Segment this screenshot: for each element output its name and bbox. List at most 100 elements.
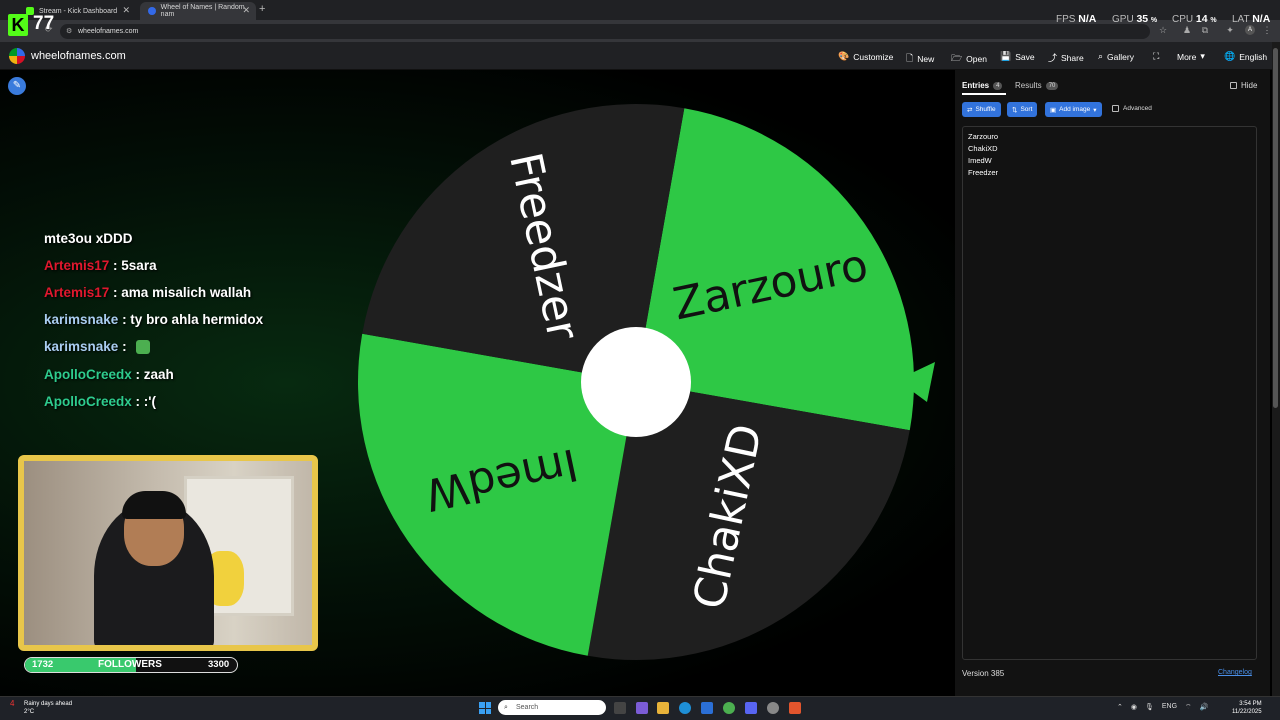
- weather-text: Rainy days ahead: [24, 701, 73, 707]
- new-button[interactable]: 🗋 New: [906, 51, 934, 67]
- address-bar[interactable]: ⚙ wheelofnames.com: [60, 24, 1150, 39]
- wheel-logo-icon[interactable]: [9, 48, 25, 64]
- new-tab-button[interactable]: +: [259, 3, 265, 15]
- weather-alert-icon: 4: [10, 699, 15, 708]
- lat-stat: LAT N/A: [1232, 13, 1271, 25]
- app-icon[interactable]: [636, 702, 648, 714]
- close-tab-icon[interactable]: ✕: [242, 5, 250, 16]
- share-button[interactable]: ⤴ Share: [1048, 51, 1084, 64]
- clock-time: 3:54 PM: [1239, 701, 1262, 707]
- chat-message: Artemis17 : 5sara: [44, 258, 157, 273]
- save-icon: 💾: [1000, 51, 1012, 61]
- webcam-streamer-beanie: [122, 491, 186, 519]
- followers-label: FOLLOWERS: [98, 659, 162, 670]
- followers-current: 1732: [32, 659, 54, 670]
- shuffle-button[interactable]: ⇄ Shuffle: [962, 102, 1001, 117]
- close-tab-icon[interactable]: ✕: [122, 5, 130, 16]
- open-button[interactable]: 🗁 Open: [951, 51, 987, 67]
- clock-date: 11/22/2025: [1232, 709, 1262, 715]
- file-icon: 🗋: [906, 53, 914, 63]
- store-icon[interactable]: [701, 702, 713, 714]
- active-tab-indicator: [962, 93, 1006, 95]
- clock[interactable]: 3:54 PM 11/22/2025: [1232, 700, 1262, 716]
- advanced-toggle[interactable]: Advanced: [1112, 105, 1152, 112]
- chrome-icon[interactable]: [723, 702, 735, 714]
- results-count-badge: 70: [1045, 81, 1059, 90]
- file-explorer-icon[interactable]: [657, 702, 669, 714]
- wheel-center-button: [581, 327, 691, 437]
- site-name[interactable]: wheelofnames.com: [31, 50, 126, 62]
- obs-icon[interactable]: [767, 702, 779, 714]
- chat-message: ApolloCreedx : :'(: [44, 394, 156, 409]
- customize-button[interactable]: 🎨 Customize: [838, 51, 893, 62]
- chevron-up-icon[interactable]: ⌃: [1117, 703, 1123, 712]
- edit-pencil-icon[interactable]: ✎: [8, 77, 26, 95]
- site-info-icon[interactable]: ⚙: [66, 24, 72, 39]
- tab-search-icon[interactable]: ⧉: [1200, 25, 1210, 35]
- wheel[interactable]: ZarzouroChakiXDImedWFreedzer: [355, 100, 915, 660]
- add-image-button[interactable]: ▣ Add image ▾: [1045, 102, 1102, 117]
- entry-line: Freedzer: [968, 168, 999, 177]
- fullscreen-button[interactable]: ⛶: [1153, 51, 1159, 62]
- brave-icon[interactable]: [789, 702, 801, 714]
- entry-line: ImedW: [968, 156, 992, 165]
- more-dropdown[interactable]: More ▾: [1177, 51, 1205, 62]
- changelog-link[interactable]: Changelog: [1218, 669, 1252, 676]
- site-header: [0, 42, 1280, 70]
- scrollbar-thumb[interactable]: [1273, 48, 1278, 408]
- hide-toggle[interactable]: Hide: [1230, 81, 1257, 90]
- tab-results[interactable]: Results 70: [1015, 81, 1059, 90]
- shuffle-icon: ⇄: [967, 106, 973, 114]
- extension-icon[interactable]: ♟: [1182, 25, 1192, 35]
- windows-start-icon[interactable]: [479, 702, 491, 714]
- taskbar-search[interactable]: ⌕ Search: [498, 700, 606, 715]
- hide-checkbox[interactable]: [1230, 82, 1237, 89]
- entries-textarea[interactable]: [962, 126, 1257, 660]
- address-text: wheelofnames.com: [78, 28, 139, 35]
- chat-username: ApolloCreedx: [44, 367, 132, 382]
- save-button[interactable]: 💾 Save: [1000, 51, 1035, 62]
- version-label: Version 385: [962, 669, 1005, 678]
- share-icon: ⤴: [1048, 53, 1058, 63]
- tab-entries[interactable]: Entries 4: [962, 81, 1003, 90]
- gallery-button[interactable]: ⌕ Gallery: [1098, 51, 1134, 62]
- wheel-favicon-icon: [148, 7, 156, 15]
- microphone-icon[interactable]: 🎙: [1145, 703, 1154, 712]
- chat-username: karimsnake: [44, 339, 119, 354]
- profile-avatar[interactable]: A: [1245, 25, 1255, 35]
- discord-icon[interactable]: [745, 702, 757, 714]
- language-indicator[interactable]: ENG: [1162, 703, 1177, 712]
- entries-count-badge: 4: [993, 81, 1003, 90]
- task-view-icon[interactable]: [614, 702, 626, 714]
- kick-logo-icon: K: [8, 14, 28, 36]
- edge-icon[interactable]: [679, 702, 691, 714]
- browser-menu-icon[interactable]: ⋮: [1262, 25, 1272, 35]
- folder-icon: 🗁: [951, 53, 963, 63]
- sort-icon: ⇅: [1012, 106, 1018, 114]
- gpu-stat: GPU 35 %: [1112, 13, 1158, 25]
- palette-icon: 🎨: [838, 51, 850, 61]
- browser-tab-wheel[interactable]: Wheel of Names | Random nam ✕: [140, 2, 256, 20]
- entry-line: Zarzouro: [968, 132, 999, 141]
- extensions-puzzle-icon[interactable]: ✦: [1225, 25, 1235, 35]
- advanced-checkbox[interactable]: [1112, 105, 1119, 112]
- chat-username: Artemis17: [44, 285, 110, 300]
- volume-icon[interactable]: 🔊: [1200, 703, 1209, 712]
- tray-app-icon[interactable]: ◉: [1131, 703, 1137, 712]
- system-tray[interactable]: ⌃ ◉ 🎙 ENG ⌔ 🔊: [1117, 703, 1208, 712]
- chat-message: karimsnake : ty bro ahla hermidox: [44, 312, 264, 327]
- chat-username: Artemis17: [44, 258, 110, 273]
- fps-stat: FPS N/A: [1056, 13, 1097, 25]
- webcam-frame: [18, 455, 318, 651]
- weather-widget[interactable]: 4 Rainy days ahead 2°C: [10, 699, 73, 716]
- weather-temp: 2°C: [24, 709, 35, 715]
- language-button[interactable]: 🌐 English: [1224, 51, 1267, 62]
- sort-button[interactable]: ⇅ Sort: [1007, 102, 1038, 117]
- bookmark-star-icon[interactable]: ☆: [1158, 25, 1168, 35]
- network-icon[interactable]: ⌔: [1185, 703, 1192, 712]
- entry-line: ChakiXD: [968, 144, 998, 153]
- image-icon: ▣: [1050, 106, 1057, 114]
- chat-username: karimsnake: [44, 312, 119, 327]
- emote-icon: [136, 340, 151, 355]
- followers-goal: 3300: [208, 659, 230, 670]
